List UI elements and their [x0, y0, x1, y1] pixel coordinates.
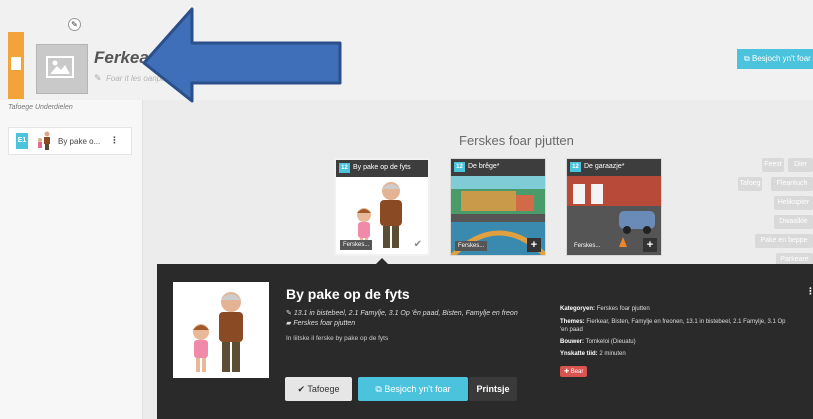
annotation-arrow-icon [142, 7, 342, 103]
info-category-label: Kategoryen: [560, 306, 596, 312]
info-duration-label: Ynskatte tiid: [560, 351, 598, 357]
external-link-icon: ⧉ [375, 384, 385, 394]
info-themes-label: Themes: [560, 319, 585, 325]
info-author-value: Tomkeloi (Dieuatu) [585, 339, 636, 345]
info-category: Kategoryen: Ferskes foar pjutten [560, 306, 650, 312]
grandpa-figure-svg [38, 131, 50, 150]
card-category-tag: Ferskes... [455, 241, 488, 251]
edit-thumbnail-icon[interactable]: ✎ [68, 18, 81, 31]
detail-category-text: Ferskes foar pjutten [293, 320, 356, 327]
info-themes-value: Fierkear, Bisten, Famylje en freonen, 13… [586, 319, 786, 325]
detail-more-icon[interactable]: ⋮ [806, 286, 813, 297]
grandpa-figure-icon [36, 131, 54, 151]
info-themes-continued: 'en paad [560, 327, 583, 333]
lesson-card-de-garaazje[interactable]: 12 De garaazje* Ferskes... + [566, 158, 662, 256]
image-placeholder-icon [46, 56, 74, 78]
document-icon [11, 57, 21, 70]
image-icon-svg [50, 60, 70, 74]
more-options-icon[interactable]: ⋮ [110, 135, 119, 146]
detail-thumbnail [173, 282, 269, 378]
detail-themes: ✎ 13.1 in bistebeel, 2.1 Famylje, 3.1 Op… [286, 309, 518, 317]
lesson-card-by-pake[interactable]: 12 By pake op de fyts Ferskes... ✔ [334, 158, 430, 256]
plus-icon: ✚ [564, 369, 571, 375]
check-icon: ✔ [413, 239, 422, 250]
status-badge-label: Bear [570, 369, 584, 375]
card-number-badge: 12 [339, 163, 350, 173]
sidebar-heading: Tafoege Underdielen [8, 104, 73, 111]
filter-tag[interactable]: Fleantuch [771, 177, 813, 191]
info-author: Bouwer: Tomkeloi (Dieuatu) [560, 339, 636, 345]
detail-themes-text: 13.1 in bistebeel, 2.1 Famylje, 3.1 Op '… [293, 310, 518, 317]
card-category-tag: Ferskes... [340, 240, 373, 250]
filter-tag[interactable]: Helikopter [774, 196, 813, 210]
card-category-tag: Ferskes... [571, 241, 604, 251]
filter-tag[interactable]: Dwaalkle [774, 215, 813, 229]
filter-tag[interactable]: Pake en beppe [755, 234, 813, 248]
tag-icon: ✎ [286, 310, 294, 317]
info-author-label: Bouwer: [560, 339, 584, 345]
sidebar-item-badge: E1 [16, 133, 28, 149]
preview-detail-button-label: Besjoch yn't foar [384, 384, 451, 394]
card-title: De brêge* [468, 163, 500, 170]
card-title: De garaazje* [584, 163, 625, 170]
info-duration-value: 2 minuten [599, 351, 626, 357]
status-badge[interactable]: ✚ Bear [560, 366, 588, 377]
section-title: Ferskes foar pjutten [459, 133, 574, 148]
check-icon: ✔ [297, 384, 308, 394]
filter-tag[interactable]: Tafoeg [738, 177, 762, 191]
detail-category: ▰ Ferskes foar pjutten [286, 319, 355, 327]
pencil-icon: ✎ [94, 73, 102, 83]
add-button[interactable]: ✔ Tafoege [285, 377, 352, 401]
add-card-button[interactable]: + [527, 238, 541, 252]
preview-button-label: Besjoch yn't foar [751, 54, 811, 63]
card-title: By pake op de fyts [353, 164, 411, 171]
info-duration: Ynskatte tiid: 2 minuten [560, 351, 626, 357]
card-number-badge: 12 [570, 162, 581, 172]
external-link-icon: ⧉ [744, 54, 752, 63]
detail-title: By pake op de fyts [286, 286, 410, 302]
info-category-value: Ferskes foar pjutten [596, 306, 650, 312]
info-themes: Themes: Fierkear, Bisten, Famylje en fre… [560, 319, 785, 325]
sidebar-item-label: By pake o... [58, 137, 101, 146]
filter-tag[interactable]: Dier [788, 158, 813, 172]
print-button[interactable]: Printsje [469, 377, 517, 401]
lesson-card-de-brege[interactable]: 12 De brêge* Ferskes... + [450, 158, 546, 256]
preview-detail-button[interactable]: ⧉ Besjoch yn't foar [358, 377, 468, 401]
add-card-button[interactable]: + [643, 238, 657, 252]
filter-tag[interactable]: Feest [762, 158, 784, 172]
add-button-label: Tafoege [307, 384, 340, 394]
detail-description: In liitske il ferske by pake op de fyts [286, 335, 389, 342]
grandpa-girl-thumbnail [193, 292, 243, 372]
card-number-badge: 12 [454, 162, 465, 172]
preview-button[interactable]: ⧉ Besjoch yn't foar [737, 49, 813, 69]
